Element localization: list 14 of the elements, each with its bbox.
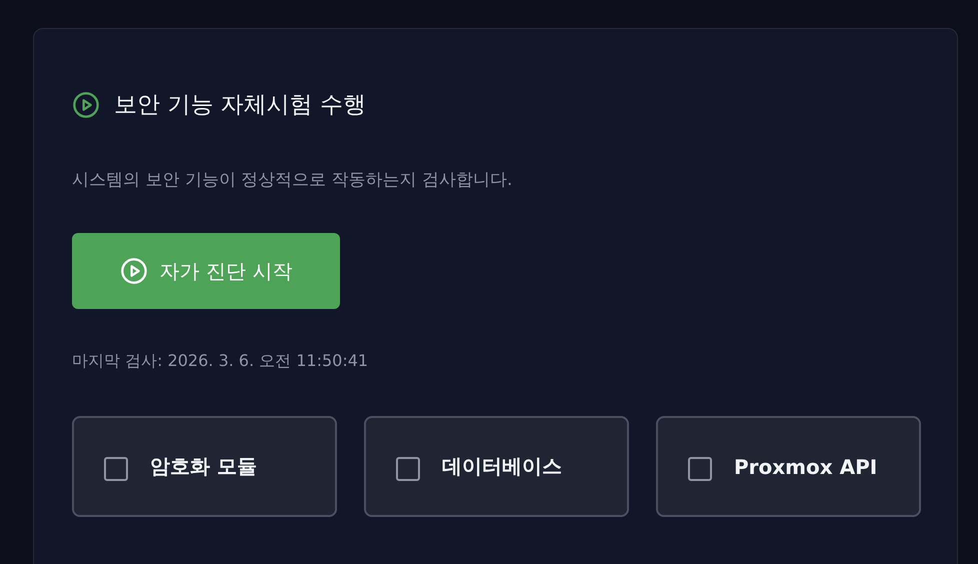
module-card[interactable]: Proxmox API	[656, 416, 921, 517]
checkbox[interactable]	[396, 456, 420, 480]
module-card[interactable]: 데이터베이스	[364, 416, 629, 517]
module-label: 암호화 모듈	[150, 453, 257, 480]
module-label: Proxmox API	[734, 454, 878, 478]
module-card[interactable]: 암호화 모듈	[72, 416, 337, 517]
checkbox[interactable]	[104, 456, 128, 480]
play-icon	[120, 257, 148, 285]
panel-description: 시스템의 보안 기능이 정상적으로 작동하는지 검사합니다.	[72, 169, 512, 191]
module-label: 데이터베이스	[442, 453, 562, 480]
play-icon	[72, 90, 100, 118]
checkbox[interactable]	[688, 456, 712, 480]
panel-title: 보안 기능 자체시험 수행	[114, 91, 366, 120]
last-check-text: 마지막 검사: 2026. 3. 6. 오전 11:50:41	[72, 351, 368, 372]
